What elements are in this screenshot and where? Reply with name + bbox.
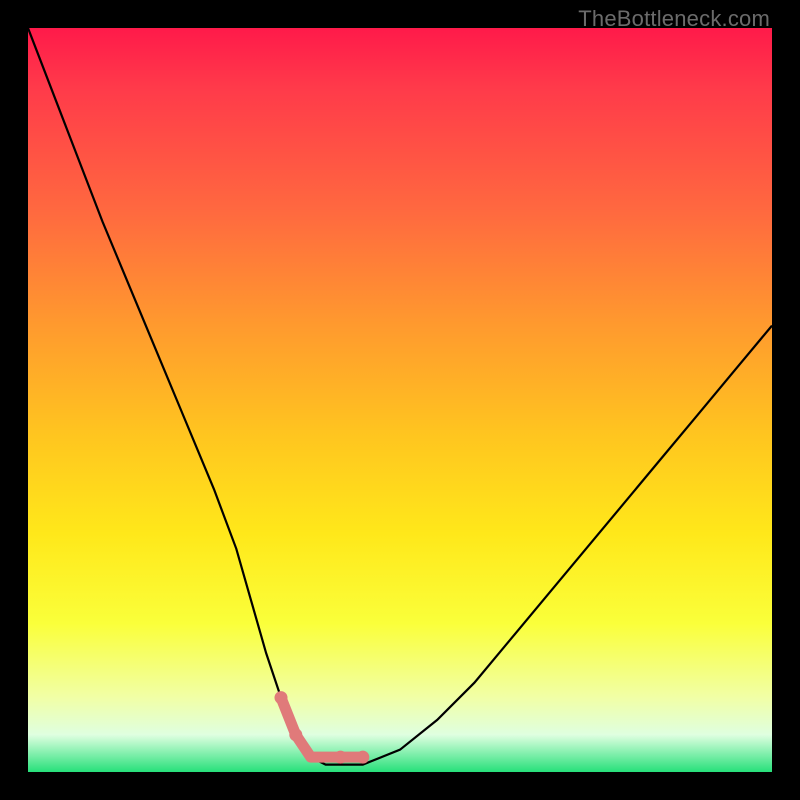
watermark-text: TheBottleneck.com	[578, 6, 770, 32]
chart-svg	[28, 28, 772, 772]
plot-area	[28, 28, 772, 772]
valley-dot	[356, 751, 369, 764]
bottleneck-curve	[28, 28, 772, 765]
valley-marker	[281, 698, 363, 758]
valley-dot	[275, 691, 288, 704]
valley-dot	[289, 728, 302, 741]
valley-dot	[334, 751, 347, 764]
